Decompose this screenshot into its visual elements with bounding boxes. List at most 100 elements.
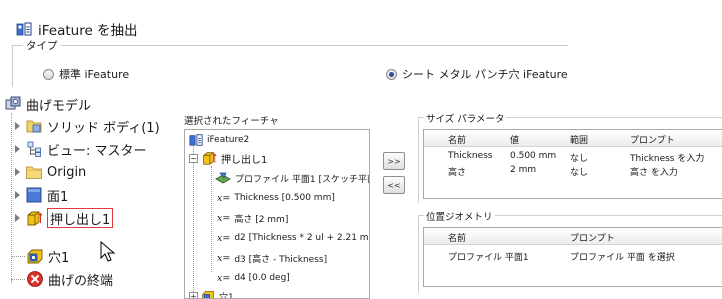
standard-ifeature-label: 標準 iFeature [59,66,129,82]
selected-features-label: 選択されたフィーチャ [184,113,279,127]
tree-item-view[interactable]: ビュー: マスター [14,138,147,160]
selected-features-tree[interactable]: iFeature2 − 押し出し1 プロファイル 平面1 [スケッチ平面] [184,129,370,299]
position-geometry-label: 位置ジオメトリ [424,209,495,223]
add-parameter-button[interactable]: >> [383,152,405,170]
tree-guide-line [11,113,12,283]
tree-item-label: 曲げの終端 [48,270,113,289]
expand-arrow-icon[interactable] [14,191,22,199]
param-range-cell[interactable]: なし [570,165,588,178]
param-name-cell: 高さ [448,165,466,178]
hole-icon [26,247,44,265]
tree-item-label: ソリッド ボディ(1) [47,117,160,136]
model-browser-tree: 曲げモデル ソリッド ボディ(1) ビュー: マスター [0,93,175,293]
column-header[interactable]: プロンプト [630,133,675,146]
param-label: d4 [0.0 deg] [234,273,289,283]
view-icon [25,140,43,158]
position-geometry-table[interactable]: 名前 プロンプト プロファイル 平面1 プロファイル 平面 を選択 [423,227,722,287]
column-header[interactable]: 値 [510,133,519,146]
dialog-title-bar: iFeature を抽出 [16,19,138,39]
radio-unselected-icon [43,69,54,80]
parameter-icon: x= [217,233,230,244]
param-item[interactable]: x= d4 [0.0 deg] [217,270,290,286]
extract-ifeature-dialog: iFeature を抽出 タイプ 標準 iFeature シート メタル パンチ… [0,0,568,88]
tree-item-label: 面1 [47,186,68,205]
remove-parameter-button[interactable]: << [383,176,405,194]
extrude-icon [25,209,43,227]
ifeature-icon [189,133,203,147]
type-group-label: タイプ [23,38,61,53]
end-of-part-icon [26,270,44,288]
expand-arrow-icon[interactable] [14,214,22,222]
tree-item-face[interactable]: 面1 [14,184,68,206]
size-parameters-group: サイズ パラメータ 名前 値 範囲 プロンプト Thickness 0.500 … [418,117,722,203]
sketch-plane-label: プロファイル 平面1 [スケッチ平面] [235,172,370,185]
tree-item-label: ビュー: マスター [47,140,147,159]
tree-root-label: 曲げモデル [26,95,91,114]
standard-ifeature-radio[interactable]: 標準 iFeature [43,66,129,82]
tree-item-label: 穴1 [48,247,69,266]
tree-guide-line [193,144,194,294]
tree-item-extrude[interactable]: 押し出し1 [14,207,113,229]
column-header[interactable]: プロンプト [570,231,615,244]
ifeature-root-item[interactable]: iFeature2 [189,132,249,148]
dialog-title: iFeature を抽出 [38,19,138,39]
folder-icon [25,163,43,181]
param-value-cell[interactable]: 2 mm [510,165,536,175]
parameter-icon: x= [217,253,230,264]
column-header[interactable]: 範囲 [570,133,588,146]
assembly-part-icon [4,95,22,113]
ifeature-icon [16,21,32,37]
collapse-icon[interactable]: − [189,154,198,163]
column-header[interactable]: 名前 [448,231,466,244]
parameter-icon: x= [217,193,230,204]
param-item[interactable]: x= Thickness [0.500 mm] [217,190,335,206]
tree-item-origin[interactable]: Origin [14,161,86,183]
selected-features-panel: 選択されたフィーチャ iFeature2 − [176,113,372,293]
expand-arrow-icon[interactable] [14,168,22,176]
tree-guide-line [11,256,25,257]
expand-arrow-icon[interactable] [14,145,22,153]
tree-item-label: Origin [47,165,86,180]
size-parameters-table[interactable]: 名前 値 範囲 プロンプト Thickness 0.500 mm なし Thic… [423,129,722,199]
table-row[interactable]: プロファイル 平面1 プロファイル 平面 を選択 [424,248,722,262]
table-row[interactable]: Thickness 0.500 mm なし Thickness を入力 [424,149,722,163]
tree-item-solid-bodies[interactable]: ソリッド ボディ(1) [14,115,160,137]
selected-hole-label: 穴1 [219,290,234,299]
extrude-highlight[interactable]: 押し出し1 [47,208,113,228]
geometry-name-cell: プロファイル 平面1 [448,250,529,263]
sheet-metal-punch-ifeature-radio[interactable]: シート メタル パンチ穴 iFeature [386,66,568,82]
param-item[interactable]: x= d3 [高さ - Thickness] [217,250,327,266]
param-label: 高さ [2 mm] [234,212,288,225]
ifeature-root-label: iFeature2 [207,135,249,145]
param-name-cell: Thickness [448,151,492,161]
tree-item-hole[interactable]: 穴1 [26,245,69,267]
param-value-cell[interactable]: 0.500 mm [510,151,556,161]
selected-extrude-label: 押し出し1 [221,151,267,166]
parameter-icon: x= [217,273,230,284]
type-group: タイプ 標準 iFeature シート メタル パンチ穴 iFeature [12,45,568,87]
face-icon [25,186,43,204]
selected-extrude-item[interactable]: − 押し出し1 [189,150,267,166]
selected-hole-item[interactable]: + 穴1 [189,288,234,299]
size-parameters-label: サイズ パラメータ [424,111,506,125]
tree-root-item[interactable]: 曲げモデル [4,93,91,115]
sketch-plane-item[interactable]: プロファイル 平面1 [スケッチ平面] [215,170,370,186]
mouse-cursor-icon [100,241,118,267]
hole-icon [201,289,215,299]
param-label: d2 [Thickness * 2 ul + 2.21 mm [234,233,370,243]
tree-item-end-of-part[interactable]: 曲げの終端 [26,268,113,290]
table-row[interactable]: 高さ 2 mm なし 高さ を入力 [424,163,722,177]
extrude-icon [201,150,217,166]
column-header[interactable]: 名前 [448,133,466,146]
tree-item-label: 押し出し1 [50,209,110,228]
sheet-metal-punch-ifeature-label: シート メタル パンチ穴 iFeature [402,66,568,82]
param-item[interactable]: x= d2 [Thickness * 2 ul + 2.21 mm [217,230,370,246]
param-prompt-cell[interactable]: 高さ を入力 [630,165,678,178]
param-item[interactable]: x= 高さ [2 mm] [217,210,288,226]
expand-arrow-icon[interactable] [14,122,22,130]
tree-guide-line [11,279,25,280]
solid-bodies-icon [25,117,43,135]
geometry-prompt-cell[interactable]: プロファイル 平面 を選択 [570,250,675,263]
sketch-plane-icon [215,170,231,186]
parameter-icon: x= [217,213,230,224]
